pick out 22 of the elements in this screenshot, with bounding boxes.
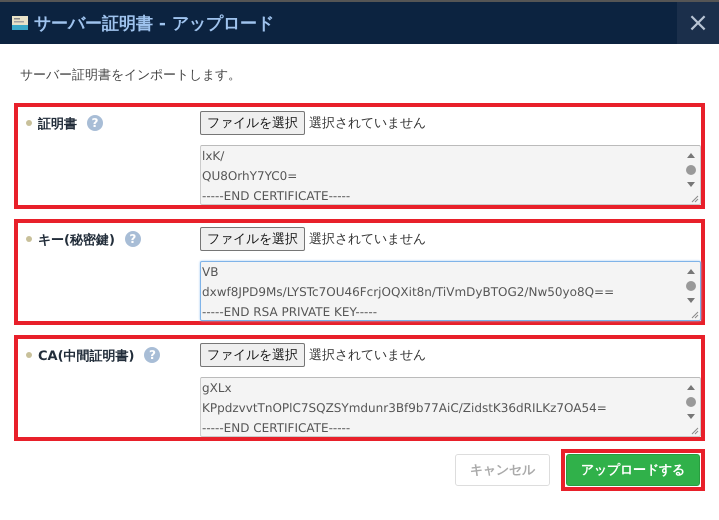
bullet-icon [26,120,32,126]
choose-file-button[interactable]: ファイルを選択 [200,343,305,367]
field-label: CA(中間証明書) [38,348,134,365]
close-button[interactable]: × [677,2,719,44]
text-area[interactable]: gXLx KPpdzvvtTnOPlC7SQZSYmdunr3Bf9b77AiC/ZidstK36dRILKz7OA54= -----END CERTIFICATE----- [200,377,701,437]
file-status-text: 選択されていません [309,347,426,364]
resize-grip-icon[interactable] [689,309,699,319]
text-area[interactable]: VB dxwf8JPD9Ms/LYSTc7OU46FcrjOQXit8n/TiVmDyBTOG2/Nw50yo8Q== -----END RSA PRIVATE KEY----- [200,261,701,321]
text-area[interactable]: lxK/ QU8OrhY7YC0= -----END CERTIFICATE----- [200,145,701,205]
file-status-text: 選択されていません [309,115,426,132]
certificate-icon [12,16,28,30]
field-label: キー(秘密鍵) [38,232,115,249]
file-status-text: 選択されていません [309,231,426,248]
bullet-icon [26,236,32,242]
resize-grip-icon[interactable] [689,425,699,435]
choose-file-button[interactable]: ファイルを選択 [200,111,305,135]
resize-grip-icon[interactable] [689,193,699,203]
field-label: 証明書 [38,116,77,133]
description-text: サーバー証明書をインポートします。 [19,67,242,85]
bullet-icon [26,352,32,358]
window-title: サーバー証明書 - アップロード [34,12,275,34]
choose-file-button[interactable]: ファイルを選択 [200,227,305,251]
